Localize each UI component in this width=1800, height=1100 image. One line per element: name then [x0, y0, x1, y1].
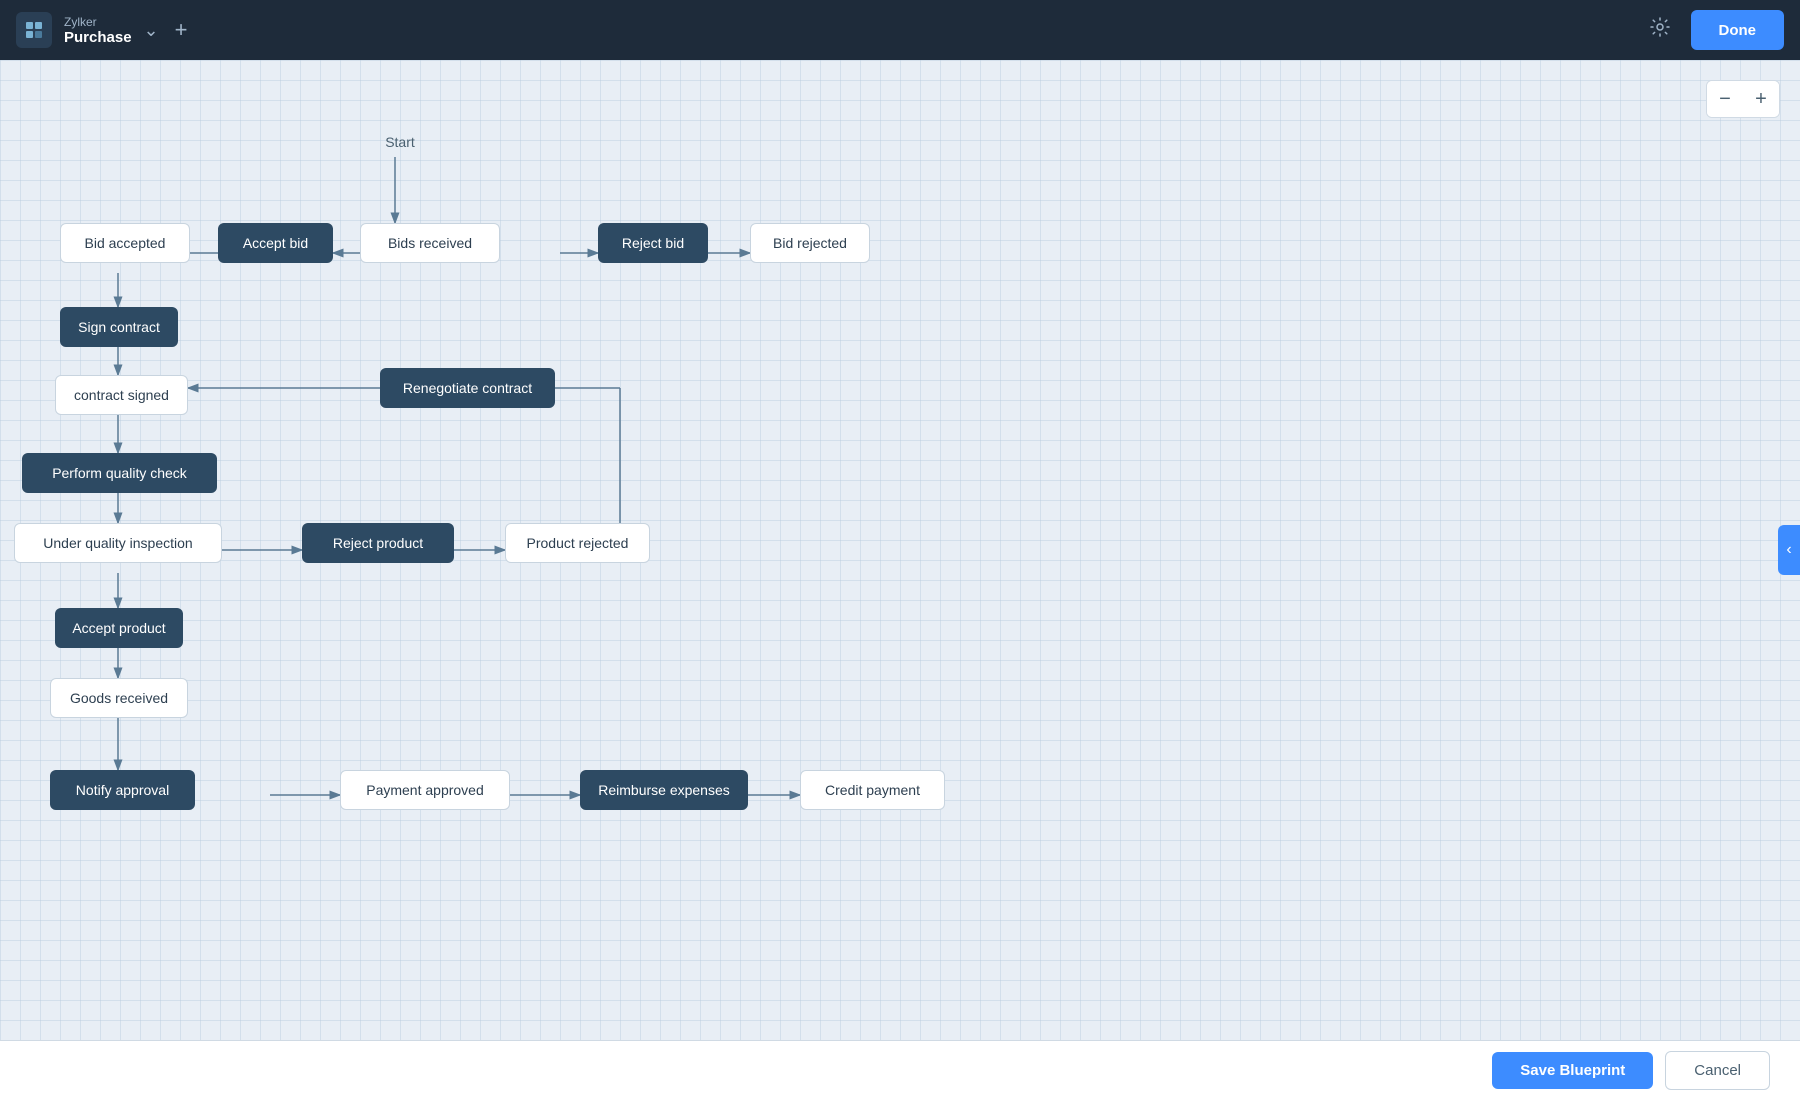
zoom-controls: − +	[1706, 80, 1780, 118]
bid-accepted-node[interactable]: Bid accepted	[60, 223, 190, 263]
credit-payment-node[interactable]: Credit payment	[800, 770, 945, 810]
app-logo	[16, 12, 52, 48]
product-rejected-node[interactable]: Product rejected	[505, 523, 650, 563]
bids-received-node[interactable]: Bids received	[360, 223, 500, 263]
app-name: Purchase	[64, 29, 132, 46]
accept-bid-node[interactable]: Accept bid	[218, 223, 333, 263]
reject-product-node[interactable]: Reject product	[302, 523, 454, 563]
payment-approved-node[interactable]: Payment approved	[340, 770, 510, 810]
panel-collapse-button[interactable]: ‹	[1778, 525, 1800, 575]
reject-bid-node[interactable]: Reject bid	[598, 223, 708, 263]
zoom-in-button[interactable]: +	[1743, 81, 1779, 117]
renegotiate-contract-node[interactable]: Renegotiate contract	[380, 368, 555, 408]
under-quality-inspection-node[interactable]: Under quality inspection	[14, 523, 222, 563]
notify-approval-node[interactable]: Notify approval	[50, 770, 195, 810]
goods-received-node[interactable]: Goods received	[50, 678, 188, 718]
contract-signed-node[interactable]: contract signed	[55, 375, 188, 415]
add-icon[interactable]: +	[175, 17, 188, 43]
perform-quality-check-node[interactable]: Perform quality check	[22, 453, 217, 493]
chevron-down-icon[interactable]: ⌄	[144, 20, 159, 41]
done-button[interactable]: Done	[1691, 10, 1785, 50]
save-blueprint-button[interactable]: Save Blueprint	[1492, 1052, 1653, 1089]
start-node: Start	[370, 128, 430, 156]
app-header: Zylker Purchase ⌄ + Done	[0, 0, 1800, 60]
sign-contract-node[interactable]: Sign contract	[60, 307, 178, 347]
accept-product-node[interactable]: Accept product	[55, 608, 183, 648]
settings-icon[interactable]	[1649, 16, 1671, 44]
cancel-button[interactable]: Cancel	[1665, 1051, 1770, 1090]
chevron-left-icon: ‹	[1786, 541, 1791, 559]
blueprint-canvas: Start Bids received Accept bid Bid accep…	[0, 60, 1800, 1040]
bid-rejected-node[interactable]: Bid rejected	[750, 223, 870, 263]
arrows-layer	[0, 60, 1800, 1040]
footer: Save Blueprint Cancel	[0, 1040, 1800, 1100]
header-title-group: Zylker Purchase	[64, 15, 132, 46]
zoom-out-button[interactable]: −	[1707, 81, 1743, 117]
reimburse-expenses-node[interactable]: Reimburse expenses	[580, 770, 748, 810]
company-name: Zylker	[64, 15, 132, 29]
